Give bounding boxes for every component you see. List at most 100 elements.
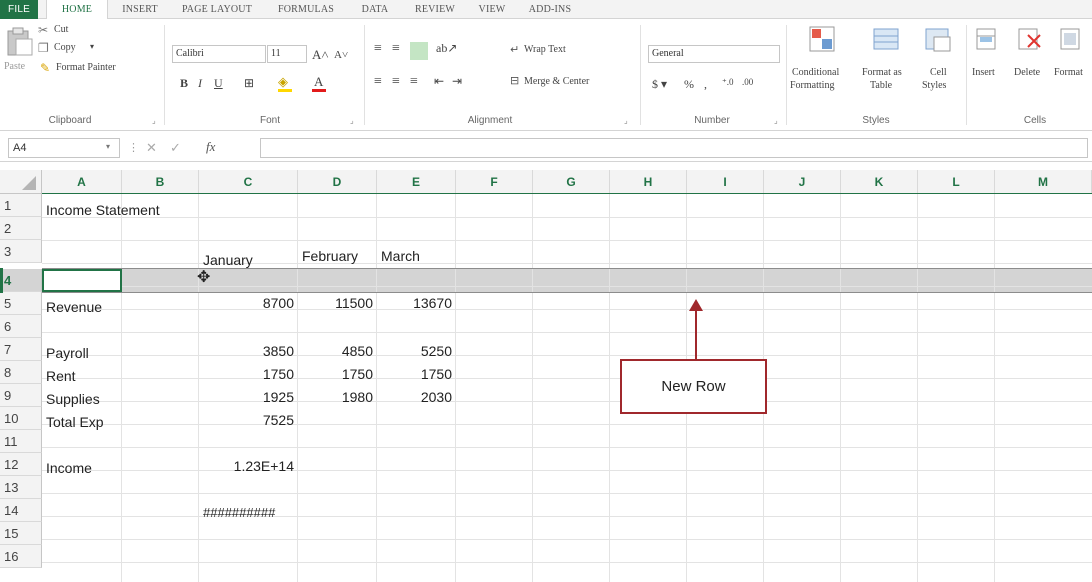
cell-c9[interactable]: 1925 — [199, 386, 298, 409]
cell-c10[interactable]: 7525 — [199, 409, 298, 432]
dialog-launcher-icon[interactable]: ⌟ — [152, 117, 160, 125]
comma-style-icon[interactable]: , — [704, 77, 707, 92]
cell-styles-button[interactable]: Cell Styles — [916, 23, 960, 103]
row-header-10[interactable]: 10 — [0, 407, 42, 430]
row-header-9[interactable]: 9 — [0, 384, 42, 407]
row-header-5[interactable]: 5 — [0, 292, 42, 315]
increase-font-icon[interactable]: A˄ — [312, 47, 329, 63]
cell-c5[interactable]: 8700 — [199, 292, 298, 315]
cell-c7[interactable]: 3850 — [199, 340, 298, 363]
column-header-g[interactable]: G — [533, 170, 610, 194]
cell-e3[interactable]: March — [381, 245, 420, 268]
cell-e9[interactable]: 2030 — [377, 386, 456, 409]
tab-view[interactable]: VIEW — [470, 0, 514, 19]
cell-a10[interactable]: Total Exp — [46, 411, 104, 434]
cell-d5[interactable]: 11500 — [298, 292, 377, 315]
column-header-m[interactable]: M — [995, 170, 1092, 194]
cell-a9[interactable]: Supplies — [46, 388, 100, 411]
row-header-3[interactable]: 3 — [0, 240, 42, 263]
cell-e5[interactable]: 13670 — [377, 292, 456, 315]
column-header-k[interactable]: K — [841, 170, 918, 194]
cell-e8[interactable]: 1750 — [377, 363, 456, 386]
row-header-14[interactable]: 14 — [0, 499, 42, 522]
insert-button[interactable]: Insert — [970, 23, 1006, 103]
align-middle-icon[interactable]: ≡ — [392, 41, 400, 57]
column-header-a[interactable]: A — [42, 170, 122, 194]
orientation-icon[interactable]: ab↗ — [436, 41, 457, 56]
percent-icon[interactable]: % — [684, 77, 694, 92]
copy-button[interactable]: ❐ Copy ▾ — [38, 41, 108, 57]
row-header-8[interactable]: 8 — [0, 361, 42, 384]
dialog-launcher-icon[interactable]: ⌟ — [350, 117, 358, 125]
cell-a7[interactable]: Payroll — [46, 342, 89, 365]
row-header-12[interactable]: 12 — [0, 453, 42, 476]
tab-review[interactable]: REVIEW — [406, 0, 464, 19]
cell-a5[interactable]: Revenue — [46, 296, 102, 319]
column-header-i[interactable]: I — [687, 170, 764, 194]
row-header-1[interactable]: 1 — [0, 194, 42, 217]
cell-d9[interactable]: 1980 — [298, 386, 377, 409]
cell-c3[interactable]: January — [203, 249, 253, 272]
cut-button[interactable]: ✂ Cut — [38, 23, 88, 39]
enter-icon[interactable]: ✓ — [170, 140, 181, 156]
column-header-b[interactable]: B — [122, 170, 199, 194]
cell-c12[interactable]: 1.23E+14 — [199, 455, 298, 478]
currency-icon[interactable]: $ ▾ — [652, 77, 667, 92]
paste-button[interactable]: Paste — [2, 25, 36, 91]
dialog-launcher-icon[interactable]: ⌟ — [624, 117, 632, 125]
column-header-e[interactable]: E — [377, 170, 456, 194]
align-center-icon[interactable]: ≡ — [392, 74, 400, 90]
align-left-icon[interactable]: ≡ — [374, 74, 382, 90]
row-header-11[interactable]: 11 — [0, 430, 42, 453]
cell-d7[interactable]: 4850 — [298, 340, 377, 363]
borders-icon[interactable]: ⊞ — [244, 76, 254, 91]
tab-data[interactable]: DATA — [350, 0, 400, 19]
tab-add-ins[interactable]: ADD-INS — [520, 0, 580, 19]
column-header-h[interactable]: H — [610, 170, 687, 194]
decrease-font-icon[interactable]: A˅ — [334, 49, 348, 61]
chevron-down-icon[interactable]: ▾ — [106, 142, 110, 151]
formula-input[interactable] — [260, 138, 1088, 158]
dialog-launcher-icon[interactable]: ⌟ — [774, 117, 782, 125]
column-header-c[interactable]: C — [199, 170, 298, 194]
tab-home[interactable]: HOME — [46, 0, 108, 20]
cell-d8[interactable]: 1750 — [298, 363, 377, 386]
increase-indent-icon[interactable]: ⇥ — [452, 74, 462, 89]
underline-icon[interactable]: U — [214, 76, 223, 91]
bold-icon[interactable]: B — [180, 76, 188, 91]
tab-insert[interactable]: INSERT — [114, 0, 166, 19]
decrease-decimal-icon[interactable]: .00 — [742, 77, 753, 87]
tab-file[interactable]: FILE — [0, 0, 38, 19]
row-header-7[interactable]: 7 — [0, 338, 42, 361]
cancel-icon[interactable]: ✕ — [146, 140, 157, 156]
cell-d3[interactable]: February — [302, 245, 358, 268]
font-size-select[interactable]: 11 — [267, 45, 307, 63]
column-header-l[interactable]: L — [918, 170, 995, 194]
format-as-table-button[interactable]: Format as Table — [858, 23, 914, 103]
tab-page-layout[interactable]: PAGE LAYOUT — [172, 0, 262, 19]
align-top-icon[interactable]: ≡ — [374, 41, 382, 57]
align-right-icon[interactable]: ≡ — [410, 74, 418, 90]
insert-function-icon[interactable]: fx — [206, 139, 215, 155]
font-name-select[interactable]: Calibri — [172, 45, 266, 63]
select-all-corner[interactable] — [0, 170, 42, 194]
fill-color-icon[interactable]: ◈ — [278, 74, 288, 90]
name-box[interactable]: A4 — [8, 138, 120, 158]
row-header-6[interactable]: 6 — [0, 315, 42, 338]
cell-a1[interactable]: Income Statement — [46, 199, 160, 222]
delete-button[interactable]: Delete — [1010, 23, 1050, 103]
cell-a12[interactable]: Income — [46, 457, 92, 480]
merge-center-button[interactable]: ⊟ Merge & Center — [510, 73, 630, 91]
row-header-2[interactable]: 2 — [0, 217, 42, 240]
conditional-formatting-button[interactable]: Conditional Formatting — [790, 23, 852, 103]
tab-formulas[interactable]: FORMULAS — [268, 0, 344, 19]
row-header-15[interactable]: 15 — [0, 522, 42, 545]
column-header-j[interactable]: J — [764, 170, 841, 194]
number-format-select[interactable]: General — [648, 45, 780, 63]
format-painter-button[interactable]: ✎ Format Painter — [40, 61, 150, 77]
italic-icon[interactable]: I — [198, 76, 202, 91]
wrap-text-button[interactable]: ↵ Wrap Text — [510, 41, 590, 59]
cell-a8[interactable]: Rent — [46, 365, 76, 388]
row-header-16[interactable]: 16 — [0, 545, 42, 568]
cell-e7[interactable]: 5250 — [377, 340, 456, 363]
